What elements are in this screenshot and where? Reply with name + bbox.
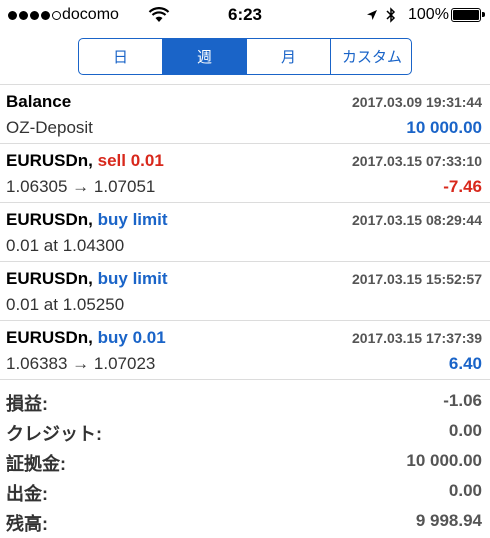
entry-detail: 1.06305 → 1.07051 <box>6 177 156 196</box>
tab-week[interactable]: 週 <box>163 39 247 74</box>
history-row-balance[interactable]: Balance 2017.03.09 19:31:44 OZ-Deposit 1… <box>0 85 490 143</box>
summary-value: -1.06 <box>443 391 482 410</box>
entry-date: 2017.03.15 17:37:39 <box>352 330 482 346</box>
battery-percentage: 100% <box>408 6 449 23</box>
entry-title: Balance <box>6 92 71 112</box>
summary-label: クレジット: <box>6 424 102 444</box>
history-row-buy-limit[interactable]: EURUSDn, buy limit 2017.03.15 15:52:57 0… <box>0 262 490 320</box>
entry-title: EURUSDn, buy limit <box>6 269 168 289</box>
location-arrow-icon <box>367 10 377 20</box>
tab-custom[interactable]: カスタム <box>331 39 411 74</box>
entry-amount: 6.40 <box>448 354 482 373</box>
entry-symbol: EURUSDn, <box>6 210 93 229</box>
summary-row-deposit: 証拠金: 10 000.00 <box>0 446 490 476</box>
entry-date: 2017.03.09 19:31:44 <box>352 94 482 110</box>
summary-value: 10 000.00 <box>406 451 482 470</box>
summary-row-withdrawal: 出金: 0.00 <box>0 476 490 506</box>
bluetooth-icon <box>386 7 396 23</box>
status-bar: docomo 6:23 100% <box>0 0 490 30</box>
entry-date: 2017.03.15 08:29:44 <box>352 212 482 228</box>
entry-action: buy limit <box>97 269 168 288</box>
history-row-sell[interactable]: EURUSDn, sell 0.01 2017.03.15 07:33:10 1… <box>0 144 490 202</box>
entry-title: EURUSDn, sell 0.01 <box>6 151 164 171</box>
entry-action: buy 0.01 <box>97 328 166 347</box>
divider <box>0 379 490 380</box>
entry-action: buy limit <box>97 210 168 229</box>
summary-label: 残高: <box>6 514 48 534</box>
entry-amount: 10 000.00 <box>406 118 482 137</box>
summary-label: 損益: <box>6 394 48 414</box>
history-list: Balance 2017.03.09 19:31:44 OZ-Deposit 1… <box>0 84 490 380</box>
entry-symbol: Balance <box>6 92 72 111</box>
entry-title: EURUSDn, buy 0.01 <box>6 328 166 348</box>
summary-value: 9 998.94 <box>415 511 482 530</box>
entry-symbol: EURUSDn, <box>6 328 93 347</box>
entry-date: 2017.03.15 07:33:10 <box>352 153 482 169</box>
entry-amount: -7.46 <box>443 177 482 196</box>
entry-title: EURUSDn, buy limit <box>6 210 168 230</box>
summary-value: 0.00 <box>448 481 482 500</box>
summary-label: 出金: <box>6 484 48 504</box>
summary-row-profit: 損益: -1.06 <box>0 386 490 416</box>
entry-symbol: EURUSDn, <box>6 269 93 288</box>
history-row-buy-limit[interactable]: EURUSDn, buy limit 2017.03.15 08:29:44 0… <box>0 203 490 261</box>
entry-action: sell 0.01 <box>97 151 164 170</box>
entry-detail: 0.01 at 1.04300 <box>6 236 125 255</box>
summary-row-credit: クレジット: 0.00 <box>0 416 490 446</box>
entry-detail: 1.06383 → 1.07023 <box>6 354 156 373</box>
summary-row-balance: 残高: 9 998.94 <box>0 506 490 536</box>
history-row-buy[interactable]: EURUSDn, buy 0.01 2017.03.15 17:37:39 1.… <box>0 321 490 379</box>
tab-month[interactable]: 月 <box>247 39 331 74</box>
entry-detail: 0.01 at 1.05250 <box>6 295 125 314</box>
entry-detail: OZ-Deposit <box>6 118 93 137</box>
battery-icon <box>451 8 485 22</box>
tab-day[interactable]: 日 <box>79 39 163 74</box>
entry-date: 2017.03.15 15:52:57 <box>352 271 482 287</box>
account-summary: 損益: -1.06 クレジット: 0.00 証拠金: 10 000.00 出金:… <box>0 386 490 538</box>
summary-value: 0.00 <box>448 421 482 440</box>
entry-symbol: EURUSDn, <box>6 151 93 170</box>
period-segmented-control: 日 週 月 カスタム <box>78 38 412 75</box>
summary-label: 証拠金: <box>6 454 66 474</box>
